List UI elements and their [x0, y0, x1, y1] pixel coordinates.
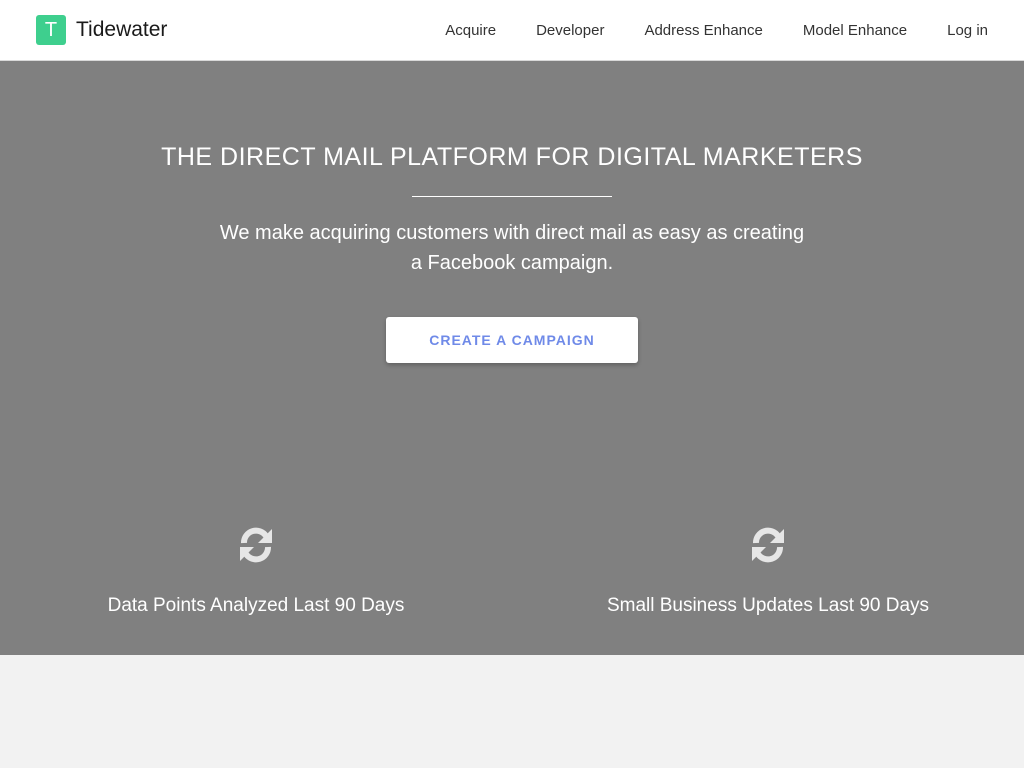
brand-logo: T — [36, 15, 66, 45]
nav-link-developer[interactable]: Developer — [536, 22, 604, 39]
stat-data-points: Data Points Analyzed Last 90 Days — [0, 525, 512, 617]
stat-label: Small Business Updates Last 90 Days — [606, 595, 930, 616]
create-campaign-button[interactable]: CREATE A CAMPAIGN — [386, 317, 638, 363]
stat-business-updates: Small Business Updates Last 90 Days — [512, 525, 1024, 617]
hero-section: THE DIRECT MAIL PLATFORM FOR DIGITAL MAR… — [0, 61, 1024, 655]
hero-subtitle: We make acquiring customers with direct … — [219, 222, 805, 274]
nav-link-model-enhance[interactable]: Model Enhance — [803, 22, 907, 39]
nav-link-address-enhance[interactable]: Address Enhance — [644, 22, 762, 39]
top-navigation-bar: T Tidewater Acquire Developer Address En… — [0, 0, 1024, 61]
refresh-icon — [752, 527, 784, 563]
stat-label: Data Points Analyzed Last 90 Days — [107, 595, 405, 616]
refresh-icon — [240, 527, 272, 563]
hero-title: THE DIRECT MAIL PLATFORM FOR DIGITAL MAR… — [161, 143, 863, 171]
nav-link-acquire[interactable]: Acquire — [445, 22, 496, 39]
lower-section — [0, 655, 1024, 768]
brand[interactable]: T Tidewater — [36, 15, 167, 45]
main-nav: Acquire Developer Address Enhance Model … — [405, 0, 988, 60]
nav-link-log-in[interactable]: Log in — [947, 22, 988, 39]
brand-name: Tidewater — [76, 18, 168, 41]
hero-divider — [412, 196, 612, 197]
